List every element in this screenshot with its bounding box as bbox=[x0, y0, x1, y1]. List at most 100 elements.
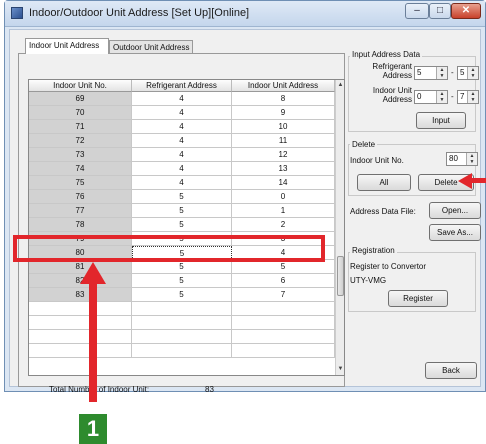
scroll-down-icon[interactable]: ▼ bbox=[336, 365, 344, 374]
spinner-arrows-icon[interactable]: ▲ ▼ bbox=[436, 91, 447, 103]
register-button[interactable]: Register bbox=[388, 290, 448, 307]
cell-refrigerant-address[interactable] bbox=[132, 330, 232, 344]
open-button[interactable]: Open... bbox=[429, 202, 481, 219]
indoor-to-value[interactable]: 7 bbox=[460, 92, 464, 101]
input-button[interactable]: Input bbox=[416, 112, 466, 129]
column-header-refrigerant-address[interactable]: Refrigerant Address bbox=[132, 80, 232, 92]
cell-indoor-unit-address[interactable]: 0 bbox=[232, 190, 335, 204]
indoor-to-spinner[interactable]: 7 ▲ ▼ bbox=[457, 90, 479, 104]
cell-indoor-unit-no[interactable]: 71 bbox=[29, 120, 132, 134]
indoor-from-value[interactable]: 0 bbox=[417, 92, 421, 101]
delete-unit-spinner[interactable]: 80 ▲ ▼ bbox=[446, 152, 478, 166]
annotation-pointer-shaft bbox=[470, 178, 486, 183]
cell-indoor-unit-address[interactable]: 6 bbox=[232, 274, 335, 288]
total-label: Total Number of Indoor Unit: bbox=[49, 385, 150, 394]
cell-indoor-unit-no[interactable]: 75 bbox=[29, 176, 132, 190]
tab-outdoor-unit-address[interactable]: Outdoor Unit Address bbox=[109, 40, 193, 54]
minimize-button[interactable]: – bbox=[405, 3, 429, 19]
cell-indoor-unit-no[interactable]: 72 bbox=[29, 134, 132, 148]
cell-indoor-unit-no[interactable] bbox=[29, 302, 132, 316]
cell-indoor-unit-no[interactable]: 70 bbox=[29, 106, 132, 120]
cell-refrigerant-address[interactable] bbox=[132, 316, 232, 330]
cell-refrigerant-address[interactable]: 5 bbox=[132, 190, 232, 204]
address-file-label: Address Data File: bbox=[350, 207, 416, 216]
cell-indoor-unit-address[interactable] bbox=[232, 316, 335, 330]
cell-indoor-unit-address[interactable] bbox=[232, 344, 335, 358]
cell-indoor-unit-address[interactable] bbox=[232, 302, 335, 316]
cell-indoor-unit-no[interactable] bbox=[29, 330, 132, 344]
column-header-indoor-unit-no[interactable]: Indoor Unit No. bbox=[29, 80, 132, 92]
window-title: Indoor/Outdoor Unit Address [Set Up][Onl… bbox=[29, 7, 250, 19]
cell-refrigerant-address[interactable]: 4 bbox=[132, 106, 232, 120]
cell-indoor-unit-no[interactable]: 73 bbox=[29, 148, 132, 162]
cell-refrigerant-address[interactable]: 4 bbox=[132, 162, 232, 176]
save-as-button[interactable]: Save As... bbox=[429, 224, 481, 241]
cell-indoor-unit-no[interactable] bbox=[29, 344, 132, 358]
cell-indoor-unit-address[interactable]: 8 bbox=[232, 92, 335, 106]
cell-indoor-unit-address[interactable]: 2 bbox=[232, 218, 335, 232]
range-dash: - bbox=[451, 92, 454, 101]
indoor-unit-address-label: Indoor Unit Address bbox=[372, 86, 412, 104]
scrollbar-thumb[interactable] bbox=[337, 256, 344, 296]
spinner-arrows-icon[interactable]: ▲ ▼ bbox=[467, 91, 478, 103]
client-area: Indoor Unit Address Outdoor Unit Address… bbox=[9, 29, 481, 394]
scroll-up-icon[interactable]: ▲ bbox=[336, 81, 344, 90]
main-window: Indoor/Outdoor Unit Address [Set Up][Onl… bbox=[4, 0, 486, 394]
cell-indoor-unit-address[interactable]: 11 bbox=[232, 134, 335, 148]
cell-refrigerant-address[interactable]: 4 bbox=[132, 120, 232, 134]
delete-unit-label: Indoor Unit No. bbox=[350, 156, 404, 165]
cell-refrigerant-address[interactable] bbox=[132, 302, 232, 316]
column-header-indoor-unit-address[interactable]: Indoor Unit Address bbox=[232, 80, 335, 92]
cell-refrigerant-address[interactable]: 4 bbox=[132, 92, 232, 106]
spinner-arrows-icon[interactable]: ▲ ▼ bbox=[467, 67, 478, 79]
refrigerant-to-spinner[interactable]: 5 ▲ ▼ bbox=[457, 66, 479, 80]
tab-panel: Indoor Unit No. Refrigerant Address Indo… bbox=[18, 53, 345, 394]
cell-indoor-unit-no[interactable]: 77 bbox=[29, 204, 132, 218]
refrigerant-from-value[interactable]: 5 bbox=[417, 68, 421, 77]
refrigerant-to-value[interactable]: 5 bbox=[460, 68, 464, 77]
cell-indoor-unit-no[interactable]: 69 bbox=[29, 92, 132, 106]
refrigerant-from-spinner[interactable]: 5 ▲ ▼ bbox=[414, 66, 448, 80]
spinner-arrows-icon[interactable]: ▲ ▼ bbox=[436, 67, 447, 79]
cell-indoor-unit-no[interactable]: 74 bbox=[29, 162, 132, 176]
cell-indoor-unit-address[interactable]: 12 bbox=[232, 148, 335, 162]
cell-indoor-unit-no[interactable]: 76 bbox=[29, 190, 132, 204]
cell-indoor-unit-address[interactable] bbox=[232, 330, 335, 344]
maximize-button[interactable]: □ bbox=[429, 3, 451, 19]
refrigerant-address-label: Refrigerant Address bbox=[372, 62, 412, 80]
cell-indoor-unit-address[interactable]: 14 bbox=[232, 176, 335, 190]
cell-refrigerant-address[interactable]: 5 bbox=[132, 260, 232, 274]
cell-refrigerant-address[interactable]: 5 bbox=[132, 218, 232, 232]
address-table: Indoor Unit No. Refrigerant Address Indo… bbox=[28, 79, 345, 376]
tab-indoor-unit-address[interactable]: Indoor Unit Address bbox=[25, 38, 109, 54]
title-bar[interactable]: Indoor/Outdoor Unit Address [Set Up][Onl… bbox=[5, 1, 485, 27]
vertical-scrollbar[interactable]: ▲ ▼ bbox=[335, 80, 344, 375]
spinner-arrows-icon[interactable]: ▲ ▼ bbox=[466, 153, 477, 165]
cell-indoor-unit-no[interactable] bbox=[29, 316, 132, 330]
indoor-from-spinner[interactable]: 0 ▲ ▼ bbox=[414, 90, 448, 104]
cell-indoor-unit-address[interactable]: 1 bbox=[232, 204, 335, 218]
cell-indoor-unit-address[interactable]: 7 bbox=[232, 288, 335, 302]
cell-indoor-unit-address[interactable]: 13 bbox=[232, 162, 335, 176]
cell-refrigerant-address[interactable]: 5 bbox=[132, 274, 232, 288]
cell-refrigerant-address[interactable]: 5 bbox=[132, 288, 232, 302]
cell-indoor-unit-address[interactable]: 5 bbox=[232, 260, 335, 274]
delete-all-button[interactable]: All bbox=[357, 174, 411, 191]
input-address-title: Input Address Data bbox=[350, 50, 423, 59]
annotation-number-badge: 1 bbox=[79, 414, 107, 444]
close-button[interactable]: ✕ bbox=[451, 3, 481, 19]
annotation-arrow-up-icon bbox=[80, 262, 106, 284]
cell-refrigerant-address[interactable]: 4 bbox=[132, 176, 232, 190]
cell-refrigerant-address[interactable]: 4 bbox=[132, 134, 232, 148]
cell-refrigerant-address[interactable]: 4 bbox=[132, 148, 232, 162]
back-button[interactable]: Back bbox=[425, 362, 477, 379]
cell-indoor-unit-no[interactable]: 83 bbox=[29, 288, 132, 302]
cell-refrigerant-address[interactable]: 5 bbox=[132, 204, 232, 218]
registration-text: Register to Convertor bbox=[350, 262, 427, 271]
cell-indoor-unit-no[interactable]: 78 bbox=[29, 218, 132, 232]
cell-refrigerant-address[interactable] bbox=[132, 344, 232, 358]
annotation-arrow-shaft bbox=[89, 282, 97, 402]
cell-indoor-unit-address[interactable]: 10 bbox=[232, 120, 335, 134]
cell-indoor-unit-address[interactable]: 9 bbox=[232, 106, 335, 120]
delete-unit-value[interactable]: 80 bbox=[449, 154, 458, 163]
